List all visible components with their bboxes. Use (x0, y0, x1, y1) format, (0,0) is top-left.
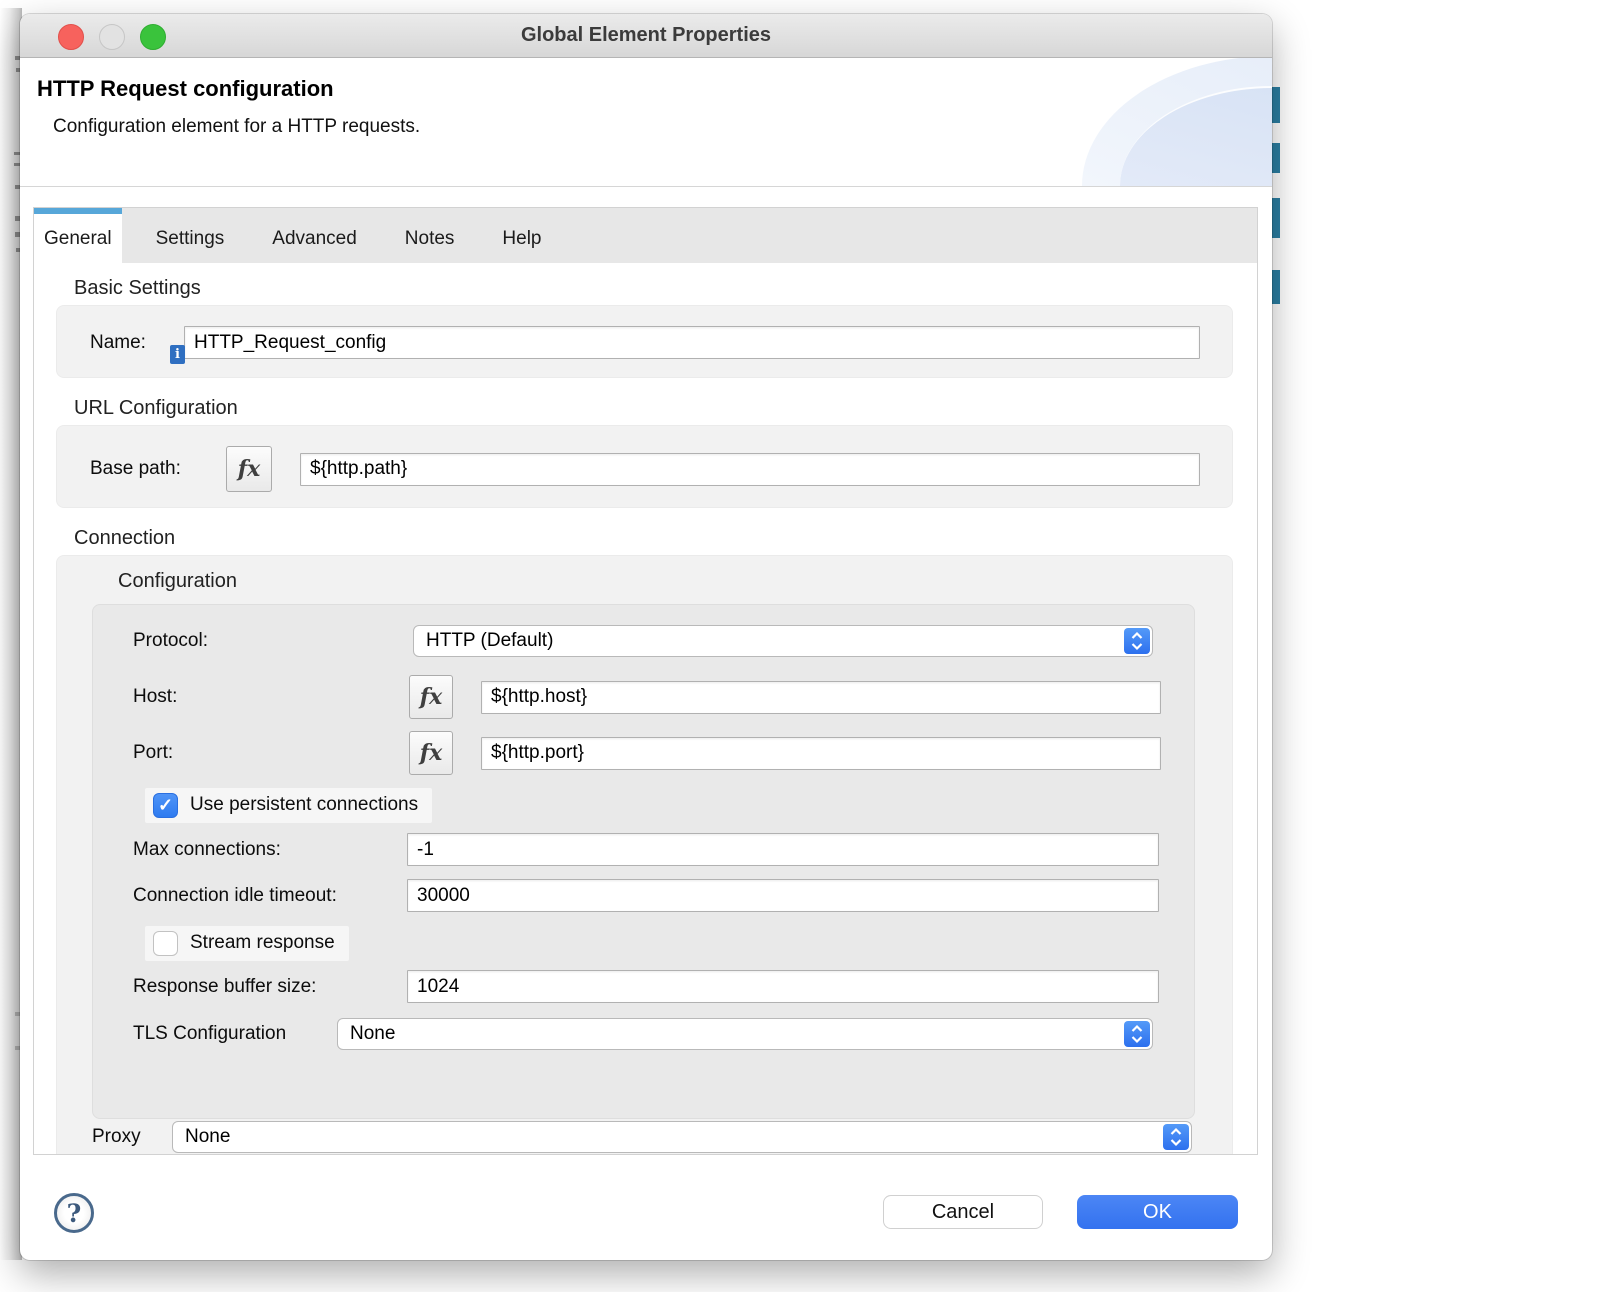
tab-strip: General Settings Advanced Notes Help (34, 208, 1257, 263)
help-button[interactable]: ? (54, 1193, 94, 1233)
use-persistent-connections-label: Use persistent connections (190, 794, 418, 816)
info-icon: i (170, 345, 185, 364)
basic-settings-section-title: Basic Settings (74, 277, 1233, 301)
max-connections-input[interactable] (407, 833, 1159, 866)
ok-button[interactable]: OK (1077, 1195, 1238, 1229)
tls-configuration-dropdown[interactable]: None (337, 1018, 1153, 1050)
proxy-label: Proxy (92, 1126, 172, 1148)
protocol-dropdown[interactable]: HTTP (Default) (413, 625, 1153, 657)
expression-fx-button[interactable]: fx (409, 675, 453, 719)
tab-settings[interactable]: Settings (142, 208, 239, 263)
protocol-label: Protocol: (133, 630, 413, 652)
url-configuration-section-title: URL Configuration (74, 397, 1233, 421)
connection-idle-timeout-input[interactable] (407, 879, 1159, 912)
global-element-properties-dialog: Global Element Properties HTTP Request c… (20, 14, 1272, 1260)
name-label: Name: i (90, 332, 168, 354)
stream-response-checkbox[interactable]: ✓ (153, 931, 178, 956)
dialog-description: Configuration element for a HTTP request… (20, 102, 1272, 138)
name-input[interactable] (184, 326, 1200, 359)
expression-fx-button[interactable]: fx (409, 731, 453, 775)
port-label: Port: (133, 742, 409, 764)
stream-response-checkbox-row[interactable]: ✓ Stream response (145, 926, 349, 961)
cancel-button[interactable]: Cancel (883, 1195, 1043, 1229)
connection-section: Configuration Protocol: HTTP (Default) H… (56, 555, 1233, 1155)
background-accent-bar (1272, 270, 1280, 304)
tab-general[interactable]: General (34, 208, 122, 263)
host-input[interactable] (481, 681, 1161, 714)
screen: { "window": { "title": "Global Element P… (0, 0, 1618, 1292)
connection-idle-timeout-label: Connection idle timeout: (133, 885, 407, 907)
dialog-title: HTTP Request configuration (20, 58, 1272, 102)
stream-response-label: Stream response (190, 932, 335, 954)
connection-section-title: Connection (74, 527, 1233, 551)
dialog-header: HTTP Request configuration Configuration… (20, 58, 1272, 187)
basic-settings-section: Name: i (56, 305, 1233, 378)
title-bar: Global Element Properties (20, 14, 1272, 58)
tab-advanced[interactable]: Advanced (258, 208, 371, 263)
dropdown-stepper-icon (1124, 1021, 1150, 1047)
use-persistent-connections-checkbox[interactable]: ✓ (153, 793, 178, 818)
base-path-input[interactable] (300, 453, 1200, 486)
tls-configuration-label: TLS Configuration (133, 1023, 337, 1045)
response-buffer-size-input[interactable] (407, 970, 1159, 1003)
tab-help[interactable]: Help (488, 208, 555, 263)
general-tab-content: Basic Settings Name: i URL Configuration… (34, 263, 1257, 1155)
base-path-label: Base path: (90, 458, 226, 480)
check-icon: ✓ (158, 795, 173, 816)
use-persistent-connections-checkbox-row[interactable]: ✓ Use persistent connections (145, 788, 432, 823)
response-buffer-size-label: Response buffer size: (133, 976, 407, 998)
background-app-edge (0, 8, 22, 1260)
background-accent-bar (1272, 198, 1280, 238)
tab-panel: General Settings Advanced Notes Help Bas… (33, 207, 1258, 1155)
background-accent-bar (1272, 143, 1280, 173)
max-connections-label: Max connections: (133, 839, 407, 861)
port-input[interactable] (481, 737, 1161, 770)
configuration-group: Protocol: HTTP (Default) Host: fx (92, 604, 1195, 1119)
window-title: Global Element Properties (20, 14, 1272, 57)
proxy-dropdown[interactable]: None (172, 1121, 1192, 1153)
dropdown-stepper-icon (1163, 1124, 1189, 1150)
configuration-group-title: Configuration (118, 570, 237, 593)
background-accent-bar (1272, 87, 1280, 123)
expression-fx-button[interactable]: fx (226, 446, 272, 492)
host-label: Host: (133, 686, 409, 708)
tab-notes[interactable]: Notes (391, 208, 469, 263)
url-configuration-section: Base path: fx (56, 425, 1233, 508)
dropdown-stepper-icon (1124, 628, 1150, 654)
